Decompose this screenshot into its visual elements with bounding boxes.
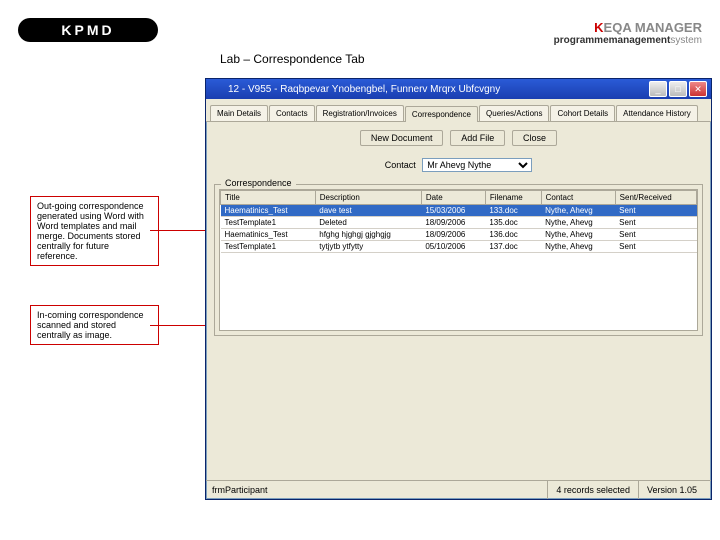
group-label: Correspondence [221, 178, 296, 188]
cell-filename: 137.doc [485, 241, 541, 253]
cell-title: TestTemplate1 [221, 217, 316, 229]
brand-name: EQA MANAGER [604, 20, 702, 35]
brand-block: KEQA MANAGER programmemanagementsystem [554, 20, 702, 46]
cell-title: Haematinics_Test [221, 229, 316, 241]
cell-sr: Sent [615, 229, 696, 241]
cell-sr: Sent [615, 205, 696, 217]
cell-sr: Sent [615, 241, 696, 253]
col-contact[interactable]: Contact [541, 191, 615, 205]
app-window: 12 - V955 - Raqbpevar Ynobengbel, Funner… [205, 78, 712, 500]
table-row[interactable]: TestTemplate1Deleted18/09/2006135.docNyt… [221, 217, 697, 229]
tab-cohort-details[interactable]: Cohort Details [550, 105, 615, 121]
tab-queries-actions[interactable]: Queries/Actions [479, 105, 549, 121]
arrow-outgoing [150, 230, 210, 231]
cell-description: dave test [315, 205, 421, 217]
cell-title: TestTemplate1 [221, 241, 316, 253]
callout-incoming: In-coming correspondence scanned and sto… [30, 305, 159, 345]
cell-date: 15/03/2006 [421, 205, 485, 217]
callout-outgoing: Out-going correspondence generated using… [30, 196, 159, 266]
titlebar: 12 - V955 - Raqbpevar Ynobengbel, Funner… [206, 79, 711, 99]
close-button[interactable]: ✕ [689, 81, 707, 97]
cell-description: hfghg hjghgj gjghgjg [315, 229, 421, 241]
tab-correspondence[interactable]: Correspondence [405, 106, 478, 122]
toolbar: New Document Add File Close [206, 122, 711, 154]
cell-date: 18/09/2006 [421, 229, 485, 241]
cell-contact: Nythe, Ahevg [541, 205, 615, 217]
cell-sr: Sent [615, 217, 696, 229]
brand-tag-sys: system [670, 35, 702, 46]
cell-date: 18/09/2006 [421, 217, 485, 229]
contact-row: Contact Mr Ahevg Nythe [206, 154, 711, 180]
tab-main-details[interactable]: Main Details [210, 105, 268, 121]
cell-filename: 135.doc [485, 217, 541, 229]
close-tab-button[interactable]: Close [512, 130, 557, 146]
tabstrip: Main DetailsContactsRegistration/Invoice… [206, 99, 711, 122]
page-title: Lab – Correspondence Tab [220, 52, 365, 66]
brand-tag-pm: programmemanagement [554, 35, 671, 46]
cell-contact: Nythe, Ahevg [541, 241, 615, 253]
cell-description: Deleted [315, 217, 421, 229]
col-date[interactable]: Date [421, 191, 485, 205]
new-document-button[interactable]: New Document [360, 130, 444, 146]
col-filename[interactable]: Filename [485, 191, 541, 205]
contact-select[interactable]: Mr Ahevg Nythe [422, 158, 532, 172]
app-icon [210, 82, 224, 96]
correspondence-table: TitleDescriptionDateFilenameContactSent/… [220, 190, 697, 253]
cell-description: tytjytb ytfytty [315, 241, 421, 253]
cell-filename: 136.doc [485, 229, 541, 241]
add-file-button[interactable]: Add File [450, 130, 505, 146]
window-title: 12 - V955 - Raqbpevar Ynobengbel, Funner… [228, 84, 649, 95]
table-row[interactable]: TestTemplate1tytjytb ytfytty05/10/200613… [221, 241, 697, 253]
status-records: 4 records selected [547, 481, 638, 499]
cell-date: 05/10/2006 [421, 241, 485, 253]
tab-attendance-history[interactable]: Attendance History [616, 105, 698, 121]
brand-logo: KPMD [18, 18, 158, 42]
cell-contact: Nythe, Ahevg [541, 229, 615, 241]
cell-filename: 133.doc [485, 205, 541, 217]
minimize-button[interactable]: _ [649, 81, 667, 97]
status-form: frmParticipant [212, 485, 547, 495]
col-sent-received[interactable]: Sent/Received [615, 191, 696, 205]
statusbar: frmParticipant 4 records selected Versio… [206, 480, 711, 499]
col-title[interactable]: Title [221, 191, 316, 205]
status-version: Version 1.05 [638, 481, 705, 499]
table-scroll[interactable]: TitleDescriptionDateFilenameContactSent/… [219, 189, 698, 331]
table-row[interactable]: Haematinics_Testdave test15/03/2006133.d… [221, 205, 697, 217]
maximize-button[interactable]: □ [669, 81, 687, 97]
cell-contact: Nythe, Ahevg [541, 217, 615, 229]
contact-label: Contact [385, 160, 416, 170]
col-description[interactable]: Description [315, 191, 421, 205]
tab-contacts[interactable]: Contacts [269, 105, 315, 121]
tab-registration-invoices[interactable]: Registration/Invoices [316, 105, 404, 121]
table-row[interactable]: Haematinics_Testhfghg hjghgj gjghgjg18/0… [221, 229, 697, 241]
cell-title: Haematinics_Test [221, 205, 316, 217]
correspondence-group: Correspondence TitleDescriptionDateFilen… [214, 184, 703, 336]
